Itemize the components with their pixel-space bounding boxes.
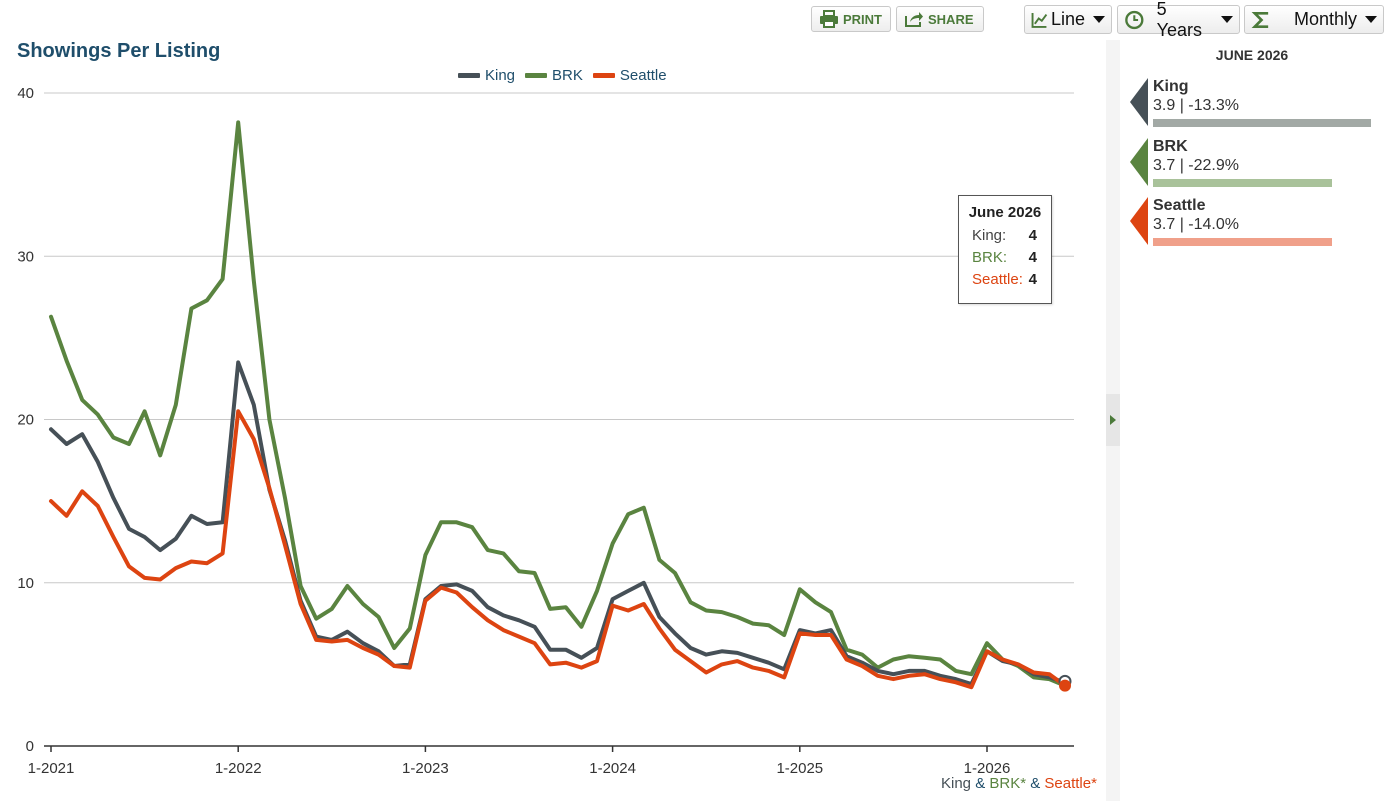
sidebar-value-king: 3.9 | -13.3% xyxy=(1153,97,1239,114)
x-tick-label: 1-2022 xyxy=(215,760,262,777)
range-select[interactable]: 5 Years xyxy=(1117,0,1240,40)
footnote-brk: BRK* xyxy=(989,775,1027,792)
sidebar-value-seattle: 3.7 | -14.0% xyxy=(1153,216,1239,233)
y-tick-label: 0 xyxy=(26,738,34,755)
series-line-brk xyxy=(49,120,1067,688)
chart-tooltip: June 2026 King: 4 BRK: 4 Seattle: 4 xyxy=(958,195,1052,304)
tooltip-label-brk: BRK: xyxy=(972,249,1008,266)
triangle-pointer-icon xyxy=(1130,138,1148,186)
series-line-king xyxy=(49,360,1067,686)
tooltip-value-seattle: 4 xyxy=(1028,271,1037,288)
tooltip-label-seattle: Seattle: xyxy=(972,271,1023,288)
sidebar-entry-king[interactable]: King 3.9 | -13.3% xyxy=(1122,78,1392,128)
sigma-icon xyxy=(1251,11,1269,28)
x-tick-label: 1-2023 xyxy=(402,760,449,777)
data-point-seattle xyxy=(1059,679,1071,692)
footnote-king: King xyxy=(941,775,972,792)
tooltip-value-brk: 4 xyxy=(1028,249,1037,266)
x-tick-label: 1-2024 xyxy=(589,760,636,777)
sidebar-value-brk: 3.7 | -22.9% xyxy=(1153,157,1239,174)
sidebar-date: JUNE 2026 xyxy=(1215,47,1289,63)
y-tick-label: 10 xyxy=(17,575,34,592)
x-tick-label: 1-2021 xyxy=(28,760,75,777)
y-tick-label: 20 xyxy=(17,412,34,429)
footnote-amp: & xyxy=(971,775,990,792)
tooltip-row-brk: BRK: 4 xyxy=(959,247,1051,269)
footnote-seattle: Seattle* xyxy=(1044,775,1097,792)
chevron-down-icon xyxy=(1365,16,1377,23)
clock-icon xyxy=(1125,10,1144,29)
line-chart[interactable]: 0102030401-2021 1-2022 1-2023 1-2024 1-2025 1… xyxy=(0,0,1106,801)
y-tick-label: 30 xyxy=(17,248,34,265)
tooltip-value-king: 4 xyxy=(1028,227,1037,244)
y-tick-label: 40 xyxy=(17,85,34,102)
range-label: 5 Years xyxy=(1156,0,1203,40)
sidebar-entry-seattle[interactable]: Seattle 3.7 | -14.0% xyxy=(1122,197,1392,247)
triangle-pointer-icon xyxy=(1130,78,1148,126)
sidebar-bar-seattle xyxy=(1153,238,1332,246)
triangle-pointer-icon xyxy=(1130,197,1148,245)
chevron-right-icon xyxy=(1110,415,1116,425)
interval-select[interactable]: Monthly xyxy=(1244,5,1384,34)
sidebar-name-seattle: Seattle xyxy=(1153,197,1206,214)
sidebar-entry-brk[interactable]: BRK 3.7 | -22.9% xyxy=(1122,138,1392,188)
footnote: King & BRK* & Seattle* xyxy=(941,775,1097,792)
tooltip-row-seattle: Seattle: 4 xyxy=(959,269,1051,291)
interval-label: Monthly xyxy=(1293,9,1357,29)
sidebar-bar-brk xyxy=(1153,179,1332,187)
sidebar-collapse-handle[interactable] xyxy=(1106,394,1120,446)
tooltip-label-king: King: xyxy=(972,227,1007,244)
sidebar-name-king: King xyxy=(1153,78,1189,95)
series-line-seattle xyxy=(49,409,1067,690)
x-tick-label: 1-2025 xyxy=(776,760,823,777)
sidebar-name-brk: BRK xyxy=(1153,138,1188,155)
footnote-amp: & xyxy=(1026,775,1045,792)
chevron-down-icon xyxy=(1221,16,1233,23)
sidebar-bar-king xyxy=(1153,119,1371,127)
tooltip-title: June 2026 xyxy=(968,204,1042,221)
tooltip-row-king: King: 4 xyxy=(959,225,1051,247)
